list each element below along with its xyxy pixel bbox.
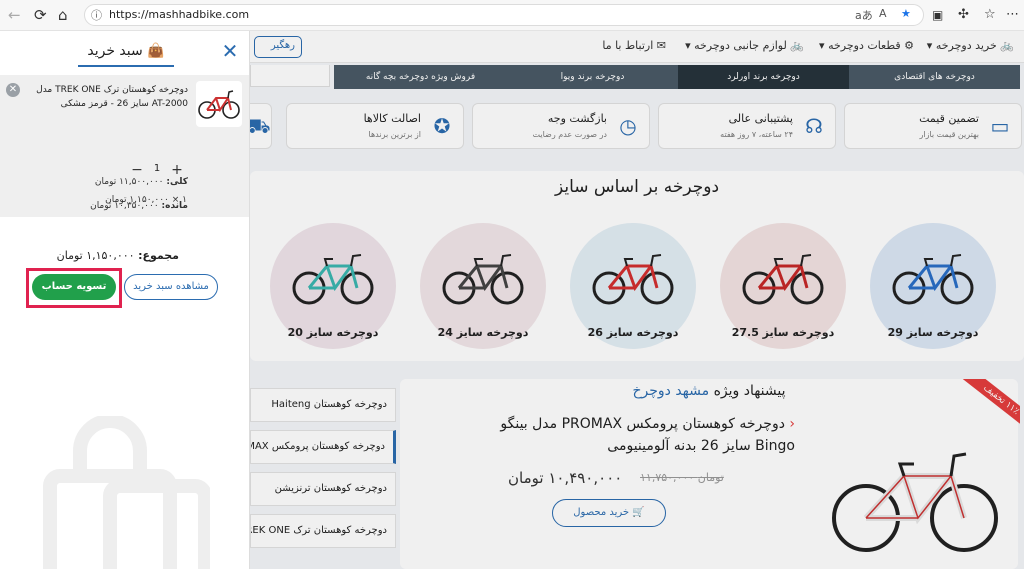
- empty-bag-watermark-icon: [43, 416, 210, 569]
- reload-icon[interactable]: ⟳: [34, 6, 47, 24]
- cart-drawer: 👜 سبد خرید ✕ ✕ دوچرخه کوهستان ترک TREK O…: [0, 31, 250, 569]
- shield-extension-icon[interactable]: ▣: [932, 6, 943, 24]
- browser-toolbar: ← ⟳ ⌂ ⓘ https://mashhadbike.com aあ A ★ ▣…: [0, 0, 1024, 31]
- favorite-star-icon[interactable]: ★: [901, 7, 911, 20]
- sum-value: ۱,۱۵۰,۰۰۰ تومان: [56, 249, 135, 262]
- checkout-button[interactable]: تسویه حساب: [32, 274, 116, 300]
- close-icon[interactable]: ✕: [218, 39, 242, 63]
- cart-header: 👜 سبد خرید ✕: [0, 31, 249, 75]
- sum-label: مجموع:: [138, 249, 179, 262]
- page-content: 🚲 خرید دوچرخه ▾ ⚙ قطعات دوچرخه ▾ 🚲 لوازم…: [250, 31, 1024, 569]
- quantity-value[interactable]: 1: [148, 163, 166, 174]
- cart-sum: مجموع: ۱,۱۵۰,۰۰۰ تومان: [57, 249, 179, 262]
- extensions-icon[interactable]: ✣: [958, 6, 969, 24]
- back-arrow-icon[interactable]: ←: [8, 6, 21, 24]
- bike-thumbnail: [198, 90, 240, 119]
- address-bar[interactable]: ⓘ https://mashhadbike.com aあ A ★: [84, 4, 924, 26]
- page-dim-overlay[interactable]: [250, 31, 1024, 569]
- cart-title: 👜 سبد خرید: [78, 43, 174, 67]
- remove-item-icon[interactable]: ✕: [6, 83, 20, 97]
- cart-product-thumb[interactable]: [196, 81, 242, 127]
- read-aloud-icon[interactable]: aあ: [855, 7, 873, 23]
- bag-icon: 👜: [142, 43, 165, 59]
- favorites-icon[interactable]: ☆: [984, 6, 996, 24]
- unit-price-row: ۱ × ۱,۱۵۰,۰۰۰ تومان: [105, 195, 187, 205]
- url-text[interactable]: https://mashhadbike.com: [109, 8, 249, 21]
- total-value: ۱۱,۵۰۰,۰۰۰ تومان: [94, 177, 164, 187]
- text-size-icon[interactable]: A: [879, 7, 887, 20]
- total-row: کلی: ۱۱,۵۰۰,۰۰۰ تومان: [95, 177, 188, 187]
- cart-product-name[interactable]: دوچرخه کوهستان ترک TREK ONE مدل AT-2000 …: [26, 83, 188, 111]
- site-info-icon[interactable]: ⓘ: [91, 7, 102, 23]
- more-icon[interactable]: ⋯: [1006, 6, 1019, 24]
- cart-title-text: سبد خرید: [87, 43, 143, 59]
- view-cart-button[interactable]: مشاهده سبد خرید: [124, 274, 218, 300]
- total-label: کلی:: [166, 177, 188, 187]
- home-icon[interactable]: ⌂: [58, 6, 68, 24]
